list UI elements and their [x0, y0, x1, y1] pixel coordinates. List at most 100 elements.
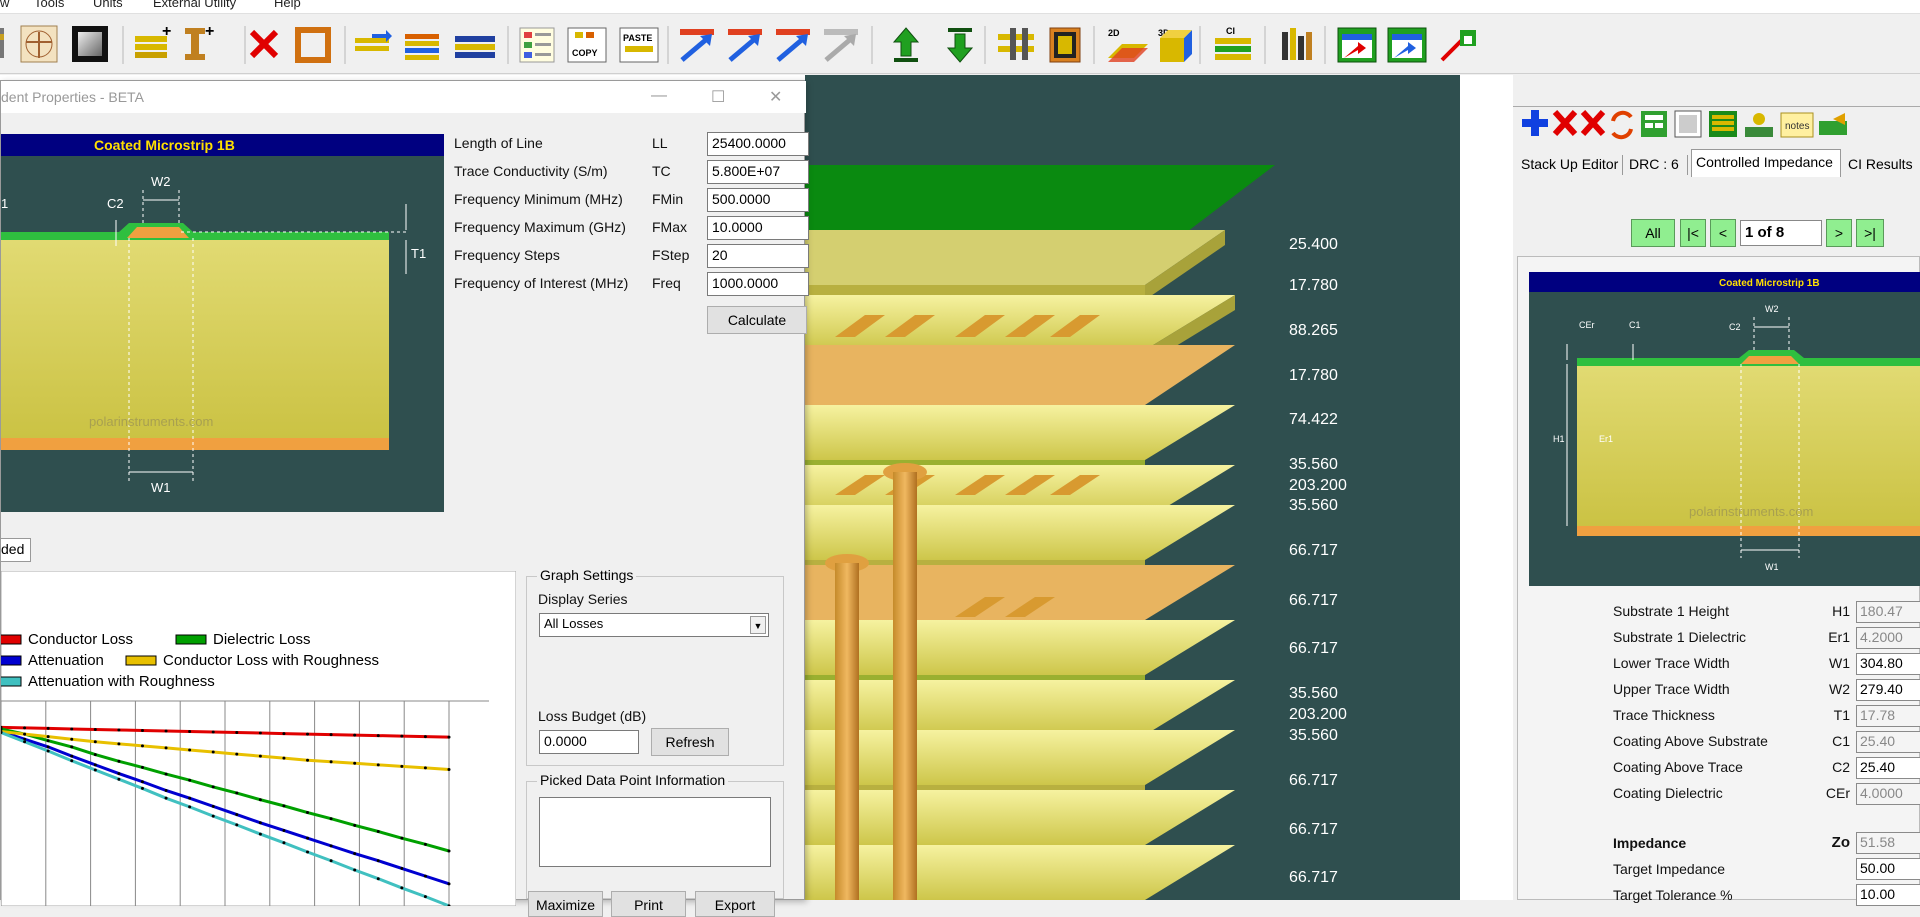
data-point[interactable]: [188, 805, 192, 809]
minimize-button[interactable]: —: [651, 87, 667, 105]
refresh-button[interactable]: Refresh: [651, 728, 729, 756]
loss-chart[interactable]: Conductor Loss Dielectric Loss Attenuation…: [1, 571, 516, 906]
refresh-icon[interactable]: [1611, 110, 1633, 140]
arrow-up-green-icon[interactable]: [892, 27, 920, 62]
data-point[interactable]: [211, 730, 215, 734]
menu-item-help[interactable]: Help: [274, 0, 301, 10]
matrix-icon[interactable]: [1709, 111, 1737, 137]
stack-layers-icon[interactable]: [405, 34, 439, 60]
data-point[interactable]: [376, 734, 380, 738]
data-point[interactable]: [306, 850, 310, 854]
page-icon[interactable]: [1674, 110, 1702, 138]
add-icon[interactable]: [1522, 110, 1548, 136]
notes-icon[interactable]: notes: [1780, 112, 1814, 138]
data-point[interactable]: [235, 752, 239, 756]
picture-frame-icon[interactable]: [72, 26, 108, 62]
target-tolerance-input[interactable]: 10.00: [1856, 884, 1920, 906]
coating-dielectric-input[interactable]: 4.0000: [1856, 783, 1920, 805]
page-indicator[interactable]: 1 of 8: [1740, 220, 1822, 246]
copper-frame-icon[interactable]: [295, 27, 331, 63]
upper-trace-width-input[interactable]: 279.40: [1856, 679, 1920, 701]
data-point[interactable]: [188, 748, 192, 752]
frequency-min-input[interactable]: 500.0000: [707, 188, 809, 212]
add-layer-icon[interactable]: [355, 30, 392, 51]
data-point[interactable]: [329, 733, 333, 737]
data-point[interactable]: [306, 836, 310, 840]
wand-icon[interactable]: [1440, 30, 1476, 62]
data-point[interactable]: [306, 758, 310, 762]
checklist-icon[interactable]: [519, 27, 555, 63]
data-point[interactable]: [306, 811, 310, 815]
data-point[interactable]: [282, 804, 286, 808]
arrow-down-green-icon[interactable]: [946, 28, 974, 63]
picked-point-textarea[interactable]: [539, 797, 771, 867]
data-point[interactable]: [258, 754, 262, 758]
data-point[interactable]: [140, 765, 144, 769]
data-point[interactable]: [447, 735, 451, 739]
person-icon[interactable]: [1745, 113, 1773, 137]
data-point[interactable]: [447, 882, 451, 886]
view-2d-icon[interactable]: 2D: [1108, 28, 1148, 62]
menu-item-external-utility[interactable]: External Utility: [153, 0, 236, 10]
data-point[interactable]: [46, 726, 50, 730]
data-point[interactable]: [329, 817, 333, 821]
data-point[interactable]: [211, 814, 215, 818]
add-dielectric-icon[interactable]: +: [135, 23, 171, 58]
calculate-button[interactable]: Calculate: [707, 306, 807, 334]
arrow-upright-red2-icon[interactable]: [776, 29, 810, 62]
data-point[interactable]: [376, 859, 380, 863]
data-point[interactable]: [376, 877, 380, 881]
maximize-button[interactable]: ☐: [711, 87, 725, 107]
target-impedance-input[interactable]: 50.00: [1856, 858, 1920, 880]
data-point[interactable]: [353, 823, 357, 827]
data-point[interactable]: [423, 842, 427, 846]
data-point[interactable]: [117, 728, 121, 732]
data-point[interactable]: [23, 740, 27, 744]
arrow-upright-blue-icon[interactable]: [728, 29, 762, 62]
copy-icon[interactable]: COPY: [567, 27, 607, 63]
trace-thickness-input[interactable]: 17.78: [1856, 705, 1920, 727]
menu-item-units[interactable]: Units: [93, 0, 123, 10]
data-point[interactable]: [258, 798, 262, 802]
calculator-icon[interactable]: [1641, 111, 1667, 137]
data-point[interactable]: [23, 726, 27, 730]
add-via-icon[interactable]: +: [185, 23, 214, 60]
data-point[interactable]: [400, 836, 404, 840]
data-point[interactable]: [400, 866, 404, 870]
export-excel2-icon[interactable]: [1387, 27, 1427, 63]
print-button[interactable]: Print: [611, 891, 686, 917]
dialog-titlebar[interactable]: dent Properties - BETA — ☐ ✕: [1, 81, 806, 113]
data-point[interactable]: [188, 778, 192, 782]
reel-icon[interactable]: [1049, 27, 1081, 63]
delete-all-icon[interactable]: [1580, 109, 1606, 137]
loss-budget-input[interactable]: 0.0000: [539, 730, 639, 754]
menu-item-tools[interactable]: Tools: [34, 0, 64, 10]
data-point[interactable]: [117, 759, 121, 763]
data-point[interactable]: [70, 727, 74, 731]
frequency-of-interest-input[interactable]: 1000.0000: [707, 272, 809, 296]
delete-icon[interactable]: [249, 29, 279, 59]
nav-first-button[interactable]: |<: [1680, 219, 1706, 247]
controlled-impedance-icon[interactable]: CI: [1215, 26, 1251, 60]
data-point[interactable]: [400, 764, 404, 768]
lower-trace-width-input[interactable]: 304.80: [1856, 653, 1920, 675]
substrate-height-input[interactable]: 180.47: [1856, 601, 1920, 623]
frequency-steps-input[interactable]: 20: [707, 244, 809, 268]
data-point[interactable]: [140, 786, 144, 790]
data-point[interactable]: [423, 735, 427, 739]
export-excel-icon[interactable]: [1337, 27, 1377, 63]
data-point[interactable]: [70, 759, 74, 763]
paste-icon[interactable]: PASTE: [619, 27, 659, 63]
data-point[interactable]: [447, 849, 451, 853]
arrow-upright-red-icon[interactable]: [680, 29, 714, 62]
tab-stack-up-editor[interactable]: Stack Up Editor: [1521, 156, 1618, 172]
data-point[interactable]: [164, 788, 168, 792]
data-point[interactable]: [235, 823, 239, 827]
data-point[interactable]: [46, 735, 50, 739]
data-point[interactable]: [117, 777, 121, 781]
data-point[interactable]: [258, 821, 262, 825]
data-point[interactable]: [235, 813, 239, 817]
data-point[interactable]: [282, 828, 286, 832]
data-point[interactable]: [329, 760, 333, 764]
export-button[interactable]: Export: [695, 891, 775, 917]
